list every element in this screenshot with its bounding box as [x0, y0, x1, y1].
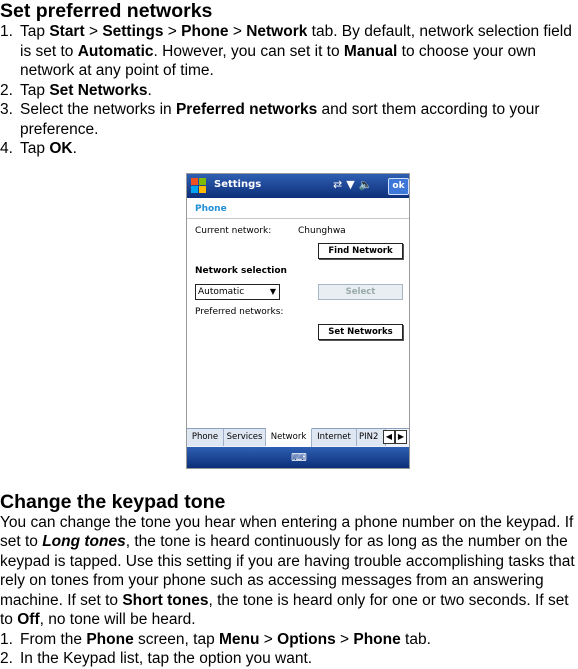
speaker-icon: 🔈: [358, 178, 377, 191]
set-networks-button[interactable]: Set Networks: [318, 324, 403, 340]
title-bar-title: Settings: [214, 179, 262, 190]
step-number: 1.: [0, 630, 13, 648]
section-title-preferred-networks: Set preferred networks: [0, 0, 213, 22]
step-4: 4. Tap OK.: [0, 139, 578, 159]
network-selection-value: Automatic: [198, 287, 245, 297]
step-number: 3.: [0, 101, 13, 118]
step-text: From the Phone screen, tap Menu > Option…: [20, 630, 431, 648]
keyboard-icon[interactable]: ⌨: [291, 451, 307, 464]
step-number: 1.: [0, 23, 13, 40]
find-network-button[interactable]: Find Network: [318, 243, 403, 259]
step-2: 2. Tap Set Networks.: [0, 81, 578, 101]
step-text: In the Keypad list, tap the option you w…: [20, 650, 313, 667]
step-text: Tap Start > Settings > Phone > Network t…: [20, 23, 572, 79]
paragraph-keypad-tone: You can change the tone you hear when en…: [0, 513, 575, 629]
step-number: 4.: [0, 140, 13, 157]
tab-services[interactable]: Services: [224, 429, 266, 446]
tab-network[interactable]: Network: [266, 428, 312, 447]
network-selection-dropdown[interactable]: Automatic ▼: [195, 284, 280, 300]
tab-bar: Phone Services Network Internet PIN2 ◀ ▶: [187, 428, 409, 447]
select-button[interactable]: Select: [318, 284, 403, 300]
page-subtitle: Phone: [195, 204, 227, 214]
step-number: 2.: [0, 650, 13, 667]
step-text: Select the networks in Preferred network…: [20, 101, 540, 138]
step-1: 1. Tap Start > Settings > Phone > Networ…: [0, 22, 578, 81]
bottom-bar: ⌨: [187, 447, 409, 468]
step-text: Tap OK.: [20, 140, 77, 157]
network-selection-label: Network selection: [195, 266, 287, 276]
connectivity-icon: ⇄: [333, 178, 347, 191]
step-2: 2. In the Keypad list, tap the option yo…: [0, 649, 578, 669]
tab-phone[interactable]: Phone: [187, 429, 224, 446]
current-network-label: Current network:: [195, 226, 272, 236]
tab-pin2[interactable]: PIN2: [357, 429, 386, 446]
chevron-down-icon: ▼: [269, 287, 276, 296]
phone-screenshot: Settings ⇄▼🔈 ok Phone Current network: C…: [186, 173, 410, 469]
windows-flag-icon[interactable]: [190, 177, 207, 194]
scroll-left-icon[interactable]: ◀: [383, 430, 395, 444]
title-bar: Settings ⇄▼🔈 ok: [187, 174, 409, 198]
scroll-right-icon[interactable]: ▶: [395, 430, 407, 444]
section-title-keypad-tone: Change the keypad tone: [0, 490, 226, 513]
tab-internet[interactable]: Internet: [312, 429, 357, 446]
step-number: 2.: [0, 81, 13, 99]
ok-button[interactable]: ok: [388, 178, 409, 195]
step-3: 3. Select the networks in Preferred netw…: [0, 100, 578, 139]
step-text: Tap Set Networks.: [20, 81, 152, 99]
current-network-value: Chunghwa: [298, 226, 346, 236]
signal-icon: ▼: [346, 178, 359, 191]
step-1: 1. From the Phone screen, tap Menu > Opt…: [0, 630, 578, 650]
divider: [187, 218, 409, 219]
preferred-networks-label: Preferred networks:: [195, 307, 284, 317]
